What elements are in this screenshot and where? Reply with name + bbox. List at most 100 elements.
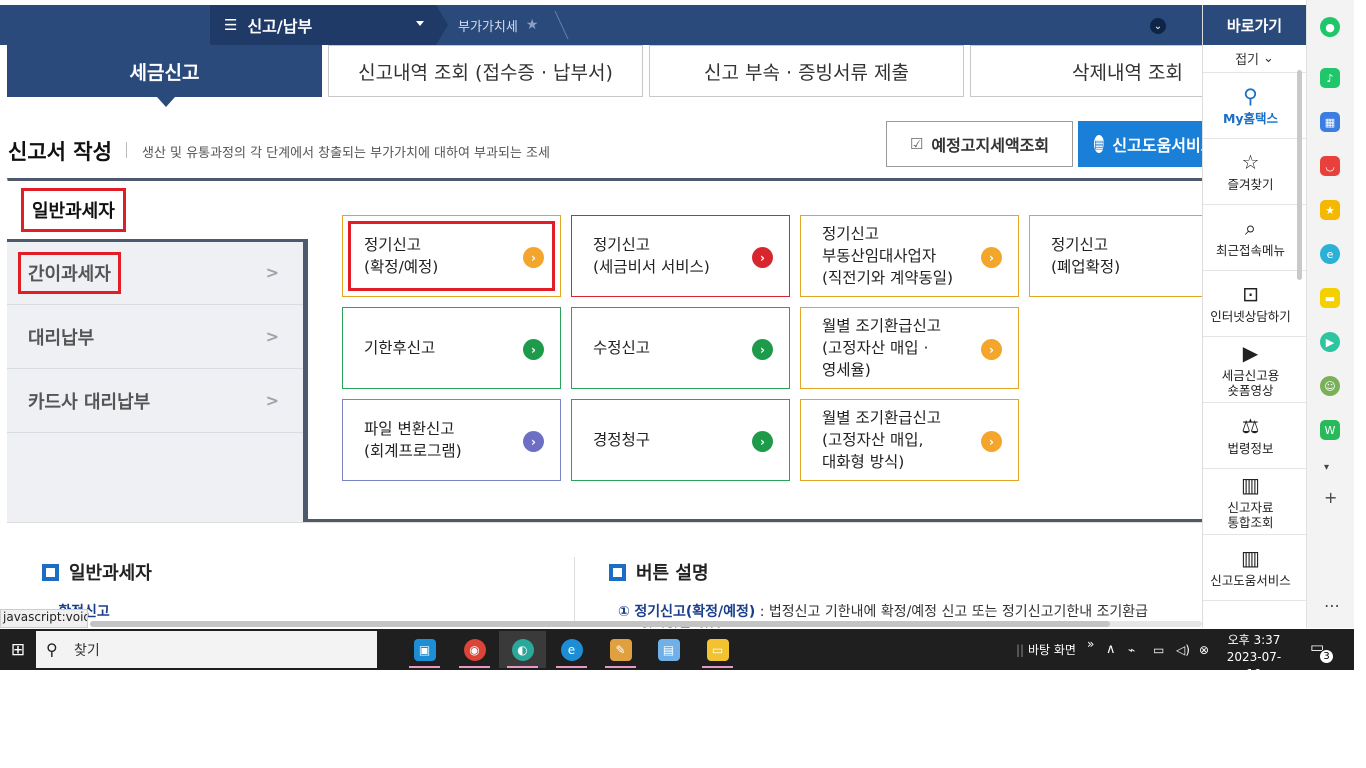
network-off-icon[interactable]: ⌁	[1128, 629, 1135, 670]
notice-tax-lookup-button[interactable]: ☑ 예정고지세액조회	[886, 121, 1073, 167]
edge-icon[interactable]: e	[1320, 244, 1340, 264]
card-late-filing[interactable]: 기한후신고 ›	[342, 307, 561, 389]
laptop-check-icon: ⊡	[1242, 282, 1259, 306]
desktop-toolbar[interactable]: 바탕 화면	[1028, 629, 1076, 670]
card-file-conversion[interactable]: 파일 변환신고 (회계프로그램) ›	[342, 399, 561, 481]
favorite-star-icon[interactable]: ★	[526, 17, 539, 33]
tab-label: 신고내역 조회 (접수증 · 납부서)	[358, 61, 613, 84]
tab-tax-filing[interactable]: 세금신고	[7, 45, 322, 97]
quick-integrated-lookup[interactable]: ▥ 신고자료 통합조회	[1203, 469, 1306, 535]
button-description-heading: 버튼 설명	[609, 559, 709, 585]
arrow-right-icon: ›	[752, 247, 773, 268]
chevron-up-icon[interactable]: ∧	[1106, 629, 1116, 670]
quick-favorites[interactable]: ☆ 즐겨찾기	[1203, 139, 1306, 205]
taskbar-paint[interactable]: ✎	[597, 631, 644, 668]
quick-my-hometax[interactable]: ⚲ My홈택스	[1203, 73, 1306, 139]
close-circle-icon[interactable]: ⊗	[1199, 629, 1209, 670]
card-regular-filing[interactable]: 정기신고 (확정/예정) ›	[342, 215, 561, 297]
arrow-right-icon: ›	[752, 339, 773, 360]
chevron-down-icon[interactable]: ⌄	[1150, 18, 1166, 34]
gavel-icon: ⚖	[1241, 414, 1260, 438]
card-closure-final[interactable]: 정기신고 (폐업확정)	[1029, 215, 1202, 297]
calendar-icon[interactable]: ▦	[1320, 112, 1340, 132]
page-description: 생산 및 유통과정의 각 단계에서 창출되는 부가가치에 대하여 부과되는 조세	[142, 146, 550, 161]
clock-date: 2023-07-19	[1226, 650, 1282, 681]
quick-online-consult[interactable]: ⊡ 인터넷상담하기	[1203, 271, 1306, 337]
browser-content: ☰ 신고/납부 부가가치세 ★ ⌄ 세금신고 신고내역 조회 (접수증 · 납부…	[0, 0, 1202, 628]
quick-short-video[interactable]: ▶ 세금신고용 숏폼영상	[1203, 337, 1306, 403]
taskbar-app-1[interactable]: ▣	[401, 631, 448, 668]
character-icon[interactable]: ☺	[1320, 376, 1340, 396]
battery-icon[interactable]: ▭	[1153, 629, 1164, 670]
play-circle-icon[interactable]: ▶	[1320, 332, 1340, 352]
taskbar-chrome[interactable]: ◉	[451, 631, 498, 668]
quick-panel-scrollbar[interactable]	[1297, 70, 1302, 280]
dropdown-caret-icon	[416, 21, 424, 26]
running-indicator	[605, 666, 636, 668]
tab-filing-history[interactable]: 신고내역 조회 (접수증 · 납부서)	[328, 45, 643, 97]
button-description-text: ① 정기신고(확정/예정) : 법정신고 기한내에 확정/예정 신고 또는 정기…	[618, 601, 1148, 621]
quick-links-title: 바로가기	[1203, 5, 1306, 45]
panel-cover	[305, 181, 308, 239]
taskbar-edge[interactable]: e	[548, 631, 595, 668]
horizontal-scrollbar-thumb[interactable]	[90, 621, 1110, 627]
notification-icon[interactable]: ▭ 3	[1310, 638, 1334, 664]
card-amended-filing[interactable]: 수정신고 ›	[571, 307, 790, 389]
caret-down-icon[interactable]: ▾	[1324, 462, 1329, 473]
card-real-estate-lease[interactable]: 정기신고 부동산임대사업자 (직전기와 계약동일) ›	[800, 215, 1019, 297]
folder-icon: ▭	[706, 638, 729, 661]
card-monthly-early-refund-interactive[interactable]: 월별 조기환급신고 (고정자산 매입, 대화형 방식) ›	[800, 399, 1019, 481]
card-text: 기한후신고	[364, 339, 436, 357]
taskbar-explorer[interactable]: ▭	[694, 631, 741, 668]
app-icon: ◐	[511, 638, 534, 661]
more-icon[interactable]: ⋯	[1324, 596, 1340, 615]
bell-icon[interactable]: ♪	[1320, 68, 1340, 88]
volume-icon[interactable]: ◁)	[1176, 629, 1190, 670]
chevron-right-icon: >	[265, 263, 279, 282]
star-badge-icon[interactable]: ★	[1320, 200, 1340, 220]
memo-icon[interactable]: ▬	[1320, 288, 1340, 308]
windows-taskbar: ⊞ ⚲ 찾기 ▣ ◉ ◐ e ✎ ▤ ▭ || 바탕 화면 » ∧ ⌁ ▭ ◁)…	[0, 629, 1354, 681]
taxpayer-type-simplified[interactable]: 간이과세자 >	[7, 241, 303, 305]
card-text: 월별 조기환급신고 (고정자산 매입, 대화형 방식)	[822, 409, 942, 471]
quick-law-info[interactable]: ⚖ 법령정보	[1203, 403, 1306, 469]
card-correction-claim[interactable]: 경정청구 ›	[571, 399, 790, 481]
toolbar-expand-icon[interactable]: »	[1087, 623, 1094, 664]
notification-badge: 3	[1319, 649, 1334, 664]
tab-deleted-history[interactable]: 삭제내역 조회	[970, 45, 1202, 97]
copilot-icon[interactable]: ●	[1320, 17, 1340, 37]
taskbar-app-6[interactable]: ▤	[645, 631, 692, 668]
running-indicator	[459, 666, 490, 668]
card-tax-secretary[interactable]: 정기신고 (세금비서 서비스) ›	[571, 215, 790, 297]
webtoon-icon[interactable]: W	[1320, 420, 1340, 440]
tab-attachments[interactable]: 신고 부속 · 증빙서류 제출	[649, 45, 964, 97]
taxpayer-type-general[interactable]: 일반과세자	[7, 181, 305, 239]
quick-recent-menu[interactable]: ⌕ 최근접속메뉴	[1203, 205, 1306, 271]
running-indicator	[556, 666, 587, 668]
taxpayer-type-card-proxy[interactable]: 카드사 대리납부 >	[7, 369, 303, 433]
arrow-right-icon: ›	[523, 431, 544, 452]
breadcrumb-sub[interactable]: 부가가치세 ★	[458, 5, 538, 45]
paint-icon: ✎	[609, 638, 632, 661]
quick-filing-help[interactable]: ▥ 신고도움서비스	[1203, 535, 1306, 601]
card-monthly-early-refund[interactable]: 월별 조기환급신고 (고정자산 매입 · 영세율) ›	[800, 307, 1019, 389]
taskbar-search[interactable]: ⚲ 찾기	[36, 631, 377, 668]
add-icon[interactable]: +	[1324, 488, 1337, 507]
taskbar-app-3[interactable]: ◐	[499, 631, 546, 668]
quick-links-panel: 바로가기 접기 ⌄ ⚲ My홈택스 ☆ 즐겨찾기 ⌕ 최근접속메뉴 ⊡ 인터넷상담하기 ▶…	[1202, 5, 1306, 628]
clock-time: 오후 3:37	[1227, 633, 1281, 647]
arrow-right-icon: ›	[981, 431, 1002, 452]
filing-help-label: 신고도움서비스	[1112, 136, 1202, 155]
section-divider	[7, 522, 1202, 523]
taskbar-clock[interactable]: 오후 3:37 2023-07-19	[1222, 632, 1286, 683]
active-tab-pointer	[157, 97, 175, 107]
filing-help-button[interactable]: ▤ 신고도움서비스	[1078, 121, 1202, 167]
status-bar-url: javascript:void(0);	[0, 609, 88, 628]
pocket-icon[interactable]: ◡	[1320, 156, 1340, 176]
fold-button[interactable]: 접기 ⌄	[1203, 45, 1306, 73]
breadcrumb-separator-2	[541, 11, 569, 39]
taxpayer-type-proxy[interactable]: 대리납부 >	[7, 305, 303, 369]
general-taxpayer-heading: 일반과세자	[42, 559, 152, 585]
breadcrumb-menu[interactable]: ☰ 신고/납부	[210, 5, 436, 45]
windows-start-icon[interactable]: ⊞	[0, 629, 36, 670]
